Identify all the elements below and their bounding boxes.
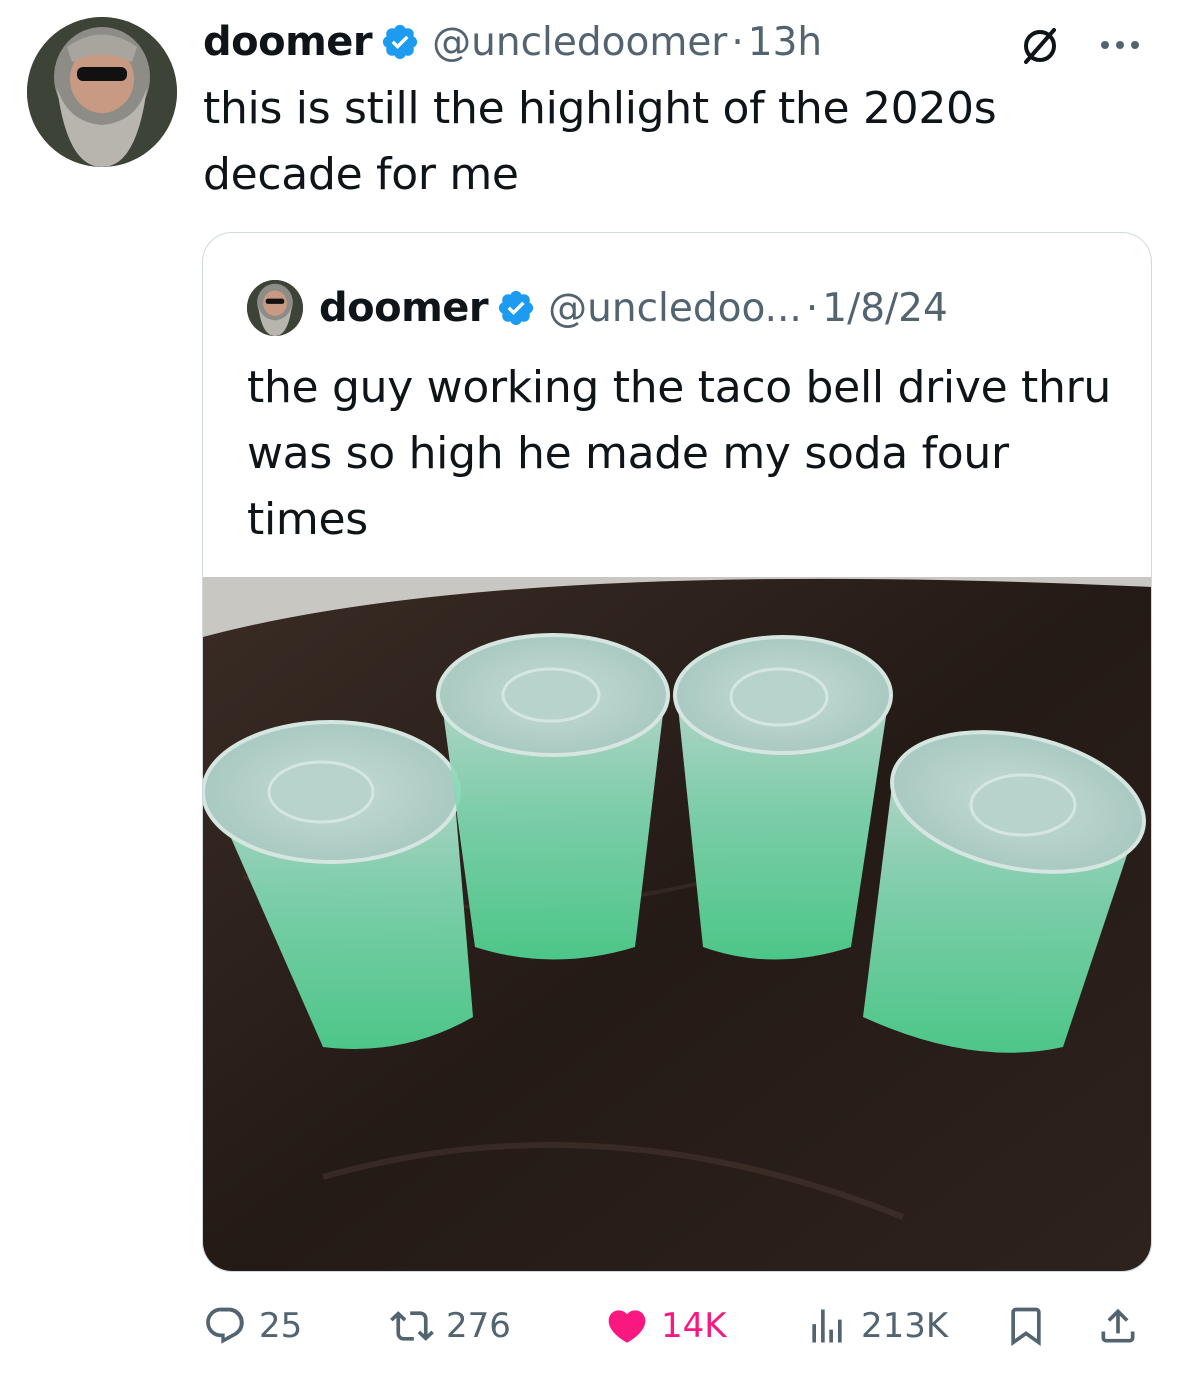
share-icon: [1101, 1308, 1135, 1343]
retweet-icon: [390, 1311, 434, 1341]
views-button[interactable]: 213K: [805, 1296, 948, 1356]
quoted-author-name: doomer: [319, 285, 489, 331]
more-options-icon[interactable]: [1098, 38, 1142, 52]
grok-icon[interactable]: [1016, 22, 1064, 70]
soda-cup: [436, 633, 670, 960]
quoted-tweet[interactable]: doomer @uncledoo... · 1/8/24 the guy wor…: [202, 232, 1152, 1272]
separator-dot: ·: [805, 285, 819, 331]
action-bar: 25 276 14K 213K: [0, 1296, 1179, 1356]
quoted-tweet-date: 1/8/24: [822, 285, 948, 331]
author-handle[interactable]: @uncledoomer: [432, 20, 727, 65]
like-button[interactable]: 14K: [605, 1296, 727, 1356]
tweet-time[interactable]: 13h: [748, 20, 822, 65]
share-button[interactable]: [1096, 1296, 1140, 1356]
heart-filled-icon: [608, 1310, 646, 1343]
reply-icon: [206, 1307, 244, 1344]
tweet-header: doomer @uncledoomer · 13h: [203, 14, 1153, 70]
retweet-count: 276: [446, 1306, 511, 1346]
quoted-tweet-header: doomer @uncledoo... · 1/8/24: [247, 278, 948, 338]
quoted-author-avatar: [247, 280, 303, 336]
quoted-tweet-text: the guy working the taco bell drive thru…: [247, 362, 1111, 545]
like-count: 14K: [661, 1306, 727, 1346]
tweet-text: this is still the highlight of the 2020s…: [203, 83, 997, 200]
avatar-icon: [27, 17, 177, 167]
view-count: 213K: [861, 1306, 949, 1346]
verified-badge-icon: [499, 290, 534, 326]
retweet-button[interactable]: 276: [390, 1296, 511, 1356]
analytics-icon: [812, 1309, 842, 1343]
reply-count: 25: [259, 1306, 303, 1346]
bookmark-icon: [1011, 1307, 1041, 1347]
reply-button[interactable]: 25: [203, 1296, 302, 1356]
quoted-author-handle: @uncledoo...: [548, 285, 802, 331]
avatar-icon: [247, 280, 303, 336]
verified-badge-icon: [383, 24, 418, 60]
author-name[interactable]: doomer: [203, 19, 373, 65]
author-avatar[interactable]: [27, 17, 177, 167]
quoted-tweet-photo[interactable]: [203, 577, 1151, 1271]
bookmark-button[interactable]: [1004, 1296, 1048, 1356]
separator-dot: ·: [731, 19, 744, 65]
